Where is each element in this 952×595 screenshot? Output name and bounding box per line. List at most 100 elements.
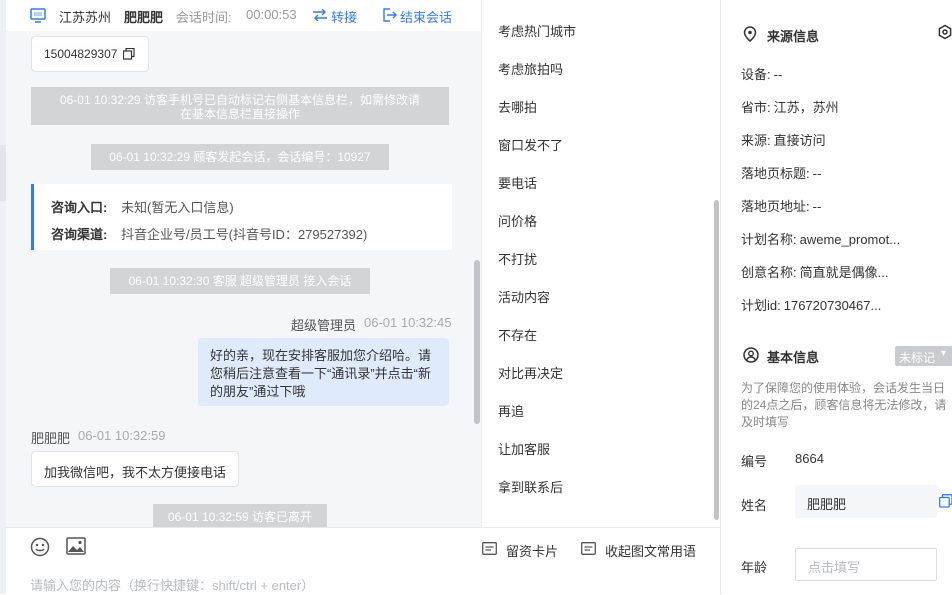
quick-reply-item[interactable]: 要电话	[498, 173, 537, 192]
source-info-row: 创意名称:简直就是偶像...	[741, 262, 888, 281]
entry-info-card: 咨询入口: 未知(暂无入口信息) 咨询渠道: 抖音企业号/员工号(抖音号ID：2…	[31, 184, 452, 250]
agent-message-line: 好的亲，现在安排客服加您介绍哈。请	[210, 347, 431, 365]
basic-info-title: 基本信息	[767, 347, 819, 366]
source-info-value: --	[813, 199, 822, 214]
source-info-row: 落地页地址:--	[741, 196, 821, 215]
name-field[interactable]: 肥肥肥	[795, 485, 937, 518]
quick-reply-item[interactable]: 对比再决定	[498, 363, 563, 382]
source-info-value: --	[813, 166, 822, 181]
image-icon[interactable]	[66, 537, 86, 555]
name-label: 姓名	[741, 495, 767, 514]
agent-name: 超级管理员	[291, 315, 356, 334]
notice-line: 的24点之后，顾客信息将无法修改，请	[741, 397, 946, 414]
age-placeholder: 点击填写	[808, 557, 860, 576]
copy-name-icon[interactable]	[939, 494, 952, 508]
source-info-title: 来源信息	[767, 26, 819, 45]
source-info-label: 来源:	[741, 133, 771, 148]
id-value: 8664	[795, 451, 824, 466]
source-info-value: 直接访问	[774, 133, 826, 148]
notice-line: 及时填写	[741, 414, 946, 431]
visitor-info-panel: 来源信息 设备:--省市:江苏，苏州来源:直接访问落地页标题:--落地页地址:-…	[720, 0, 952, 594]
quick-reply-item[interactable]: 去哪拍	[498, 97, 537, 116]
channel-label: 咨询渠道:	[51, 224, 107, 243]
agent-timestamp: 06-01 10:32:45	[364, 315, 451, 330]
chat-scrollbar[interactable]	[474, 260, 480, 424]
source-info-value: --	[774, 67, 783, 82]
source-info-label: 设备:	[741, 67, 771, 82]
quick-reply-item[interactable]: 让加客服	[498, 439, 550, 458]
phone-bubble: 15004829307	[31, 36, 149, 72]
age-label: 年龄	[741, 557, 767, 576]
system-message-line: 06-01 10:32:29 访客手机号已自动标记右侧基本信息栏，如需修改请	[31, 87, 449, 107]
transfer-icon[interactable]	[312, 9, 328, 21]
quick-reply-item[interactable]: 再追	[498, 401, 524, 420]
agent-message-bubble: 好的亲，现在安排客服加您介绍哈。请 您稍后注意查看一下“通讯录”并点击“新 的朋…	[198, 338, 449, 406]
monitor-icon	[30, 8, 46, 23]
entry-value: 未知(暂无入口信息)	[121, 197, 234, 216]
name-value: 肥肥肥	[807, 494, 846, 513]
collapse-phrases-button[interactable]: 收起图文常用语	[605, 541, 696, 560]
entry-label: 咨询入口:	[51, 197, 107, 216]
emoji-icon[interactable]	[30, 537, 50, 557]
chat-header: 江苏苏州 肥肥肥 会话时间: 00:00:53 转接 结束会话	[6, 0, 481, 31]
message-input[interactable]: 请输入您的内容（换行快捷键：shift/ctrl + enter）	[30, 575, 314, 594]
visitor-message-text: 加我微信吧，我不太方便接电话	[44, 462, 226, 481]
session-time: 00:00:53	[246, 7, 297, 22]
caret-down-icon: ▾	[941, 348, 946, 359]
source-info-label: 计划id:	[741, 298, 781, 313]
notice-line: 为了保障您的使用体验，会话发生当日	[741, 380, 946, 397]
channel-value: 抖音企业号/员工号(抖音号ID：279527392)	[121, 224, 367, 243]
input-area: 留资卡片 收起图文常用语 请输入您的内容（换行快捷键：shift/ctrl + …	[6, 527, 720, 595]
quick-reply-item[interactable]: 活动内容	[498, 287, 550, 306]
settings-icon[interactable]	[937, 24, 952, 40]
source-info-row: 设备:--	[741, 64, 782, 83]
system-message-agent-join: 06-01 10:32:30 客服 超级管理员 接入会话	[110, 268, 370, 294]
source-info-value: aweme_promot...	[800, 232, 900, 247]
source-info-label: 创意名称:	[741, 265, 797, 280]
basic-info-notice: 为了保障您的使用体验，会话发生当日 的24点之后，顾客信息将无法修改，请 及时填…	[741, 380, 946, 431]
age-input[interactable]: 点击填写	[795, 548, 937, 581]
id-label: 编号	[741, 451, 767, 470]
source-info-value: 简直就是偶像...	[800, 265, 889, 280]
card-icon[interactable]	[482, 542, 497, 555]
quick-reply-item[interactable]: 问价格	[498, 211, 537, 230]
system-message-phone-notice: 06-01 10:32:29 访客手机号已自动标记右侧基本信息栏，如需修改请 在…	[31, 87, 449, 125]
source-info-label: 落地页地址:	[741, 199, 810, 214]
quick-reply-item[interactable]: 拿到联系后	[498, 477, 563, 496]
source-info-label: 省市:	[741, 100, 771, 115]
source-info-row: 落地页标题:--	[741, 163, 821, 182]
tag-dropdown-label: 未标记	[899, 349, 935, 366]
source-info-value: 176720730467...	[784, 298, 882, 313]
visitor-message-bubble: 加我微信吧，我不太方便接电话	[31, 451, 239, 487]
copy-icon[interactable]	[123, 48, 135, 60]
collapse-icon[interactable]	[581, 542, 596, 555]
location-pin-icon	[743, 26, 757, 42]
visitor-name: 肥肥肥	[31, 428, 70, 447]
source-info-value: 江苏，苏州	[774, 100, 839, 115]
exit-icon[interactable]	[382, 8, 397, 22]
lead-card-button[interactable]: 留资卡片	[506, 541, 558, 560]
chat-panel: 江苏苏州 肥肥肥 会话时间: 00:00:53 转接 结束会话 15004829…	[6, 0, 481, 527]
agent-message-line: 您稍后注意查看一下“通讯录”并点击“新	[210, 365, 431, 383]
system-message-line: 在基本信息栏直接操作	[31, 107, 449, 121]
tag-dropdown[interactable]: 未标记 ▾	[895, 346, 952, 366]
transfer-button[interactable]: 转接	[331, 7, 357, 26]
end-session-button[interactable]: 结束会话	[400, 7, 452, 26]
source-info-row: 来源:直接访问	[741, 130, 826, 149]
quick-reply-item[interactable]: 考虑热门城市	[498, 21, 576, 40]
system-message-session-start: 06-01 10:32:29 顾客发起会话，会话编号：10927	[91, 144, 389, 170]
quick-reply-panel: 考虑热门城市考虑旅拍吗去哪拍窗口发不了要电话问价格不打扰活动内容不存在对比再决定…	[481, 0, 721, 527]
quick-reply-item[interactable]: 不打扰	[498, 249, 537, 268]
quick-reply-scrollbar[interactable]	[714, 200, 719, 520]
visitor-timestamp: 06-01 10:32:59	[78, 428, 165, 443]
agent-message-line: 的朋友”通过下哦	[210, 383, 431, 401]
quick-reply-item[interactable]: 不存在	[498, 325, 537, 344]
visitor-name-header: 肥肥肥	[124, 7, 163, 26]
quick-reply-item[interactable]: 窗口发不了	[498, 135, 563, 154]
phone-number: 15004829307	[44, 47, 117, 61]
source-info-row: 计划名称:aweme_promot...	[741, 229, 900, 248]
system-message-visitor-left: 06-01 10:32:59 访客已离开	[153, 504, 327, 527]
quick-reply-item[interactable]: 考虑旅拍吗	[498, 59, 563, 78]
source-info-row: 省市:江苏，苏州	[741, 97, 839, 116]
source-info-row: 计划id:176720730467...	[741, 295, 881, 314]
